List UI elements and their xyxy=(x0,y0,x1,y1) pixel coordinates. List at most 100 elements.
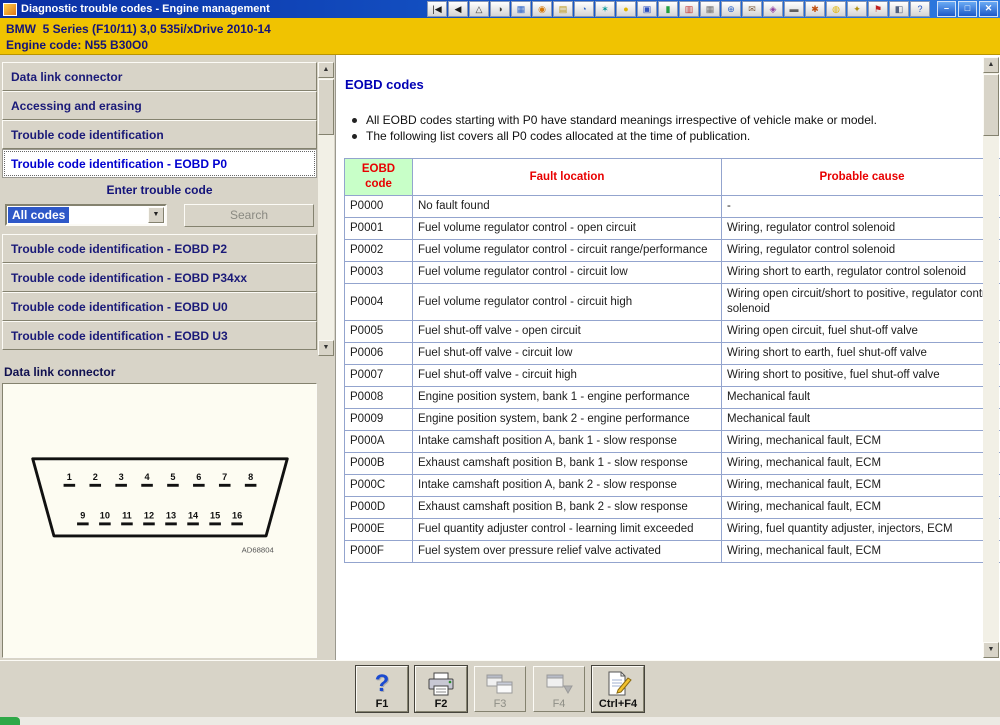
windows-icon xyxy=(475,669,525,699)
sidebar-item[interactable]: Trouble code identification - EOBD U3 xyxy=(2,321,317,350)
connector-pin xyxy=(218,484,230,487)
cell-cause: Mechanical fault xyxy=(722,387,1000,409)
scrollbar-thumb[interactable] xyxy=(983,74,999,136)
scroll-down-icon[interactable]: ▼ xyxy=(983,642,999,658)
button-label: F3 xyxy=(475,698,525,710)
scroll-down-icon[interactable]: ▼ xyxy=(318,340,334,356)
connector-pin-number: 2 xyxy=(92,472,97,482)
chevron-down-icon[interactable]: ▼ xyxy=(148,207,164,223)
connector-pin xyxy=(143,522,155,525)
cell-code: P0004 xyxy=(345,284,413,321)
sidebar-item[interactable]: Accessing and erasing xyxy=(2,91,317,120)
connector-pin xyxy=(99,522,111,525)
vehicle-title: BMW 5 Series (F10/11) 3,0 535i/xDrive 20… xyxy=(6,21,1000,37)
battery-icon[interactable]: ▤ xyxy=(553,1,573,17)
connector-pin-number: 7 xyxy=(222,472,227,482)
scroll-up-icon[interactable]: ▲ xyxy=(983,57,999,73)
close-button[interactable]: ✕ xyxy=(979,1,998,17)
connector-pin-number: 5 xyxy=(170,472,175,482)
scroll-up-icon[interactable]: ▲ xyxy=(318,62,334,78)
manual-icon[interactable]: ▥ xyxy=(679,1,699,17)
cell-cause: Wiring, mechanical fault, ECM xyxy=(722,541,1000,563)
contrast-icon[interactable]: ◑ xyxy=(490,1,510,17)
window-title: Diagnostic trouble codes - Engine manage… xyxy=(21,3,270,15)
code-filter-dropdown[interactable]: All codes ▼ xyxy=(5,204,167,226)
sidebar-item[interactable]: Trouble code identification - EOBD U0 xyxy=(2,292,317,321)
nav-group-top: Data link connectorAccessing and erasing… xyxy=(2,62,317,149)
search-button[interactable]: Search xyxy=(184,204,314,227)
parts-icon[interactable]: ◈ xyxy=(763,1,783,17)
sidebar-item[interactable]: Data link connector xyxy=(2,62,317,91)
trouble-code-search-row: All codes ▼ Search xyxy=(2,201,317,231)
table-row: P000CIntake camshaft position A, bank 2 … xyxy=(345,475,1000,497)
cell-cause: Mechanical fault xyxy=(722,409,1000,431)
main-scrollbar[interactable]: ▲ ▼ xyxy=(983,57,999,658)
vehicle-header: BMW 5 Series (F10/11) 3,0 535i/xDrive 20… xyxy=(0,18,1000,55)
key-icon[interactable]: ✦ xyxy=(847,1,867,17)
clock-icon[interactable]: ◔ xyxy=(574,1,594,17)
spark-plug-icon[interactable]: ✶ xyxy=(595,1,615,17)
edit-document-button[interactable]: Ctrl+F4 xyxy=(592,666,644,712)
connector-pin-number: 8 xyxy=(248,472,253,482)
cell-cause: Wiring open circuit/short to positive, r… xyxy=(722,284,1000,321)
header-fault-location: Fault location xyxy=(413,159,722,196)
cell-cause: Wiring, mechanical fault, ECM xyxy=(722,453,1000,475)
lock-icon[interactable]: ◧ xyxy=(889,1,909,17)
cell-cause: Wiring short to earth, fuel shut-off val… xyxy=(722,343,1000,365)
table-row: P0008Engine position system, bank 1 - en… xyxy=(345,387,1000,409)
enter-trouble-code-label: Enter trouble code xyxy=(2,178,317,201)
sidebar-scrollbar[interactable]: ▲ ▼ xyxy=(318,62,334,356)
minimize-button[interactable]: – xyxy=(937,1,956,17)
cell-code: P0001 xyxy=(345,218,413,240)
cell-code: P000A xyxy=(345,431,413,453)
printer-icon[interactable]: ▬ xyxy=(784,1,804,17)
table-row: P0002Fuel volume regulator control - cir… xyxy=(345,240,1000,262)
button-label: F1 xyxy=(357,698,407,710)
cell-cause: Wiring short to earth, regulator control… xyxy=(722,262,1000,284)
titlebar: Diagnostic trouble codes - Engine manage… xyxy=(0,0,1000,18)
sidebar-item[interactable]: Trouble code identification xyxy=(2,120,317,149)
globe-icon[interactable]: ⊕ xyxy=(721,1,741,17)
warning-icon[interactable]: △ xyxy=(469,1,489,17)
cd-rom-icon[interactable]: ◉ xyxy=(532,1,552,17)
titlebar-toolbar: |◀◀△◑▦◉▤◔✶●▣▮▥▦⊕✉◈▬✱◍✦⚑◧? xyxy=(427,1,930,17)
chart-icon[interactable]: ▮ xyxy=(658,1,678,17)
app-icon xyxy=(3,3,17,16)
cell-fault: Fuel shut-off valve - circuit high xyxy=(413,365,722,387)
oil-icon[interactable]: ● xyxy=(616,1,636,17)
mail-icon[interactable]: ✉ xyxy=(742,1,762,17)
settings-icon[interactable]: ✱ xyxy=(805,1,825,17)
sidebar-item[interactable]: Trouble code identification - EOBD P34xx xyxy=(2,263,317,292)
connector-pins: 12345678910111213141516 xyxy=(63,472,256,525)
header-probable-cause: Probable cause xyxy=(722,159,1000,196)
sidebar-item[interactable]: Trouble code identification - EOBD P2 xyxy=(2,234,317,263)
calculator-icon[interactable]: ▦ xyxy=(700,1,720,17)
button-label: F4 xyxy=(534,698,584,710)
connector-pin xyxy=(244,484,256,487)
flag-icon[interactable]: ⚑ xyxy=(868,1,888,17)
table-row: P000AIntake camshaft position A, bank 1 … xyxy=(345,431,1000,453)
connector-pin-number: 10 xyxy=(99,511,109,521)
page-title: EOBD codes xyxy=(345,77,424,92)
cell-code: P0000 xyxy=(345,196,413,218)
eobd-table-wrap: EOBD code Fault location Probable cause … xyxy=(344,158,974,563)
monitor-icon[interactable]: ▦ xyxy=(511,1,531,17)
connector-pin-number: 6 xyxy=(196,472,201,482)
scrollbar-thumb[interactable] xyxy=(318,79,334,135)
save-icon[interactable]: ▣ xyxy=(637,1,657,17)
taskbar-strip xyxy=(0,717,1000,725)
connector-section-title: Data link connector xyxy=(4,365,115,379)
bullet-icon xyxy=(352,134,357,139)
window-arrow-icon xyxy=(534,669,584,699)
help-button[interactable]: ? F1 xyxy=(356,666,408,712)
connector-pin xyxy=(121,522,133,525)
sidebar-item-eobd-p0-selected[interactable]: Trouble code identification - EOBD P0 xyxy=(2,149,317,178)
bulb-icon[interactable]: ◍ xyxy=(826,1,846,17)
print-button[interactable]: F2 xyxy=(415,666,467,712)
nav-back-icon[interactable]: ◀ xyxy=(448,1,468,17)
help-icon[interactable]: ? xyxy=(910,1,930,17)
table-row: P0009Engine position system, bank 2 - en… xyxy=(345,409,1000,431)
maximize-button[interactable]: □ xyxy=(958,1,977,17)
nav-first-icon[interactable]: |◀ xyxy=(427,1,447,17)
header-eobd-code: EOBD code xyxy=(345,159,413,196)
